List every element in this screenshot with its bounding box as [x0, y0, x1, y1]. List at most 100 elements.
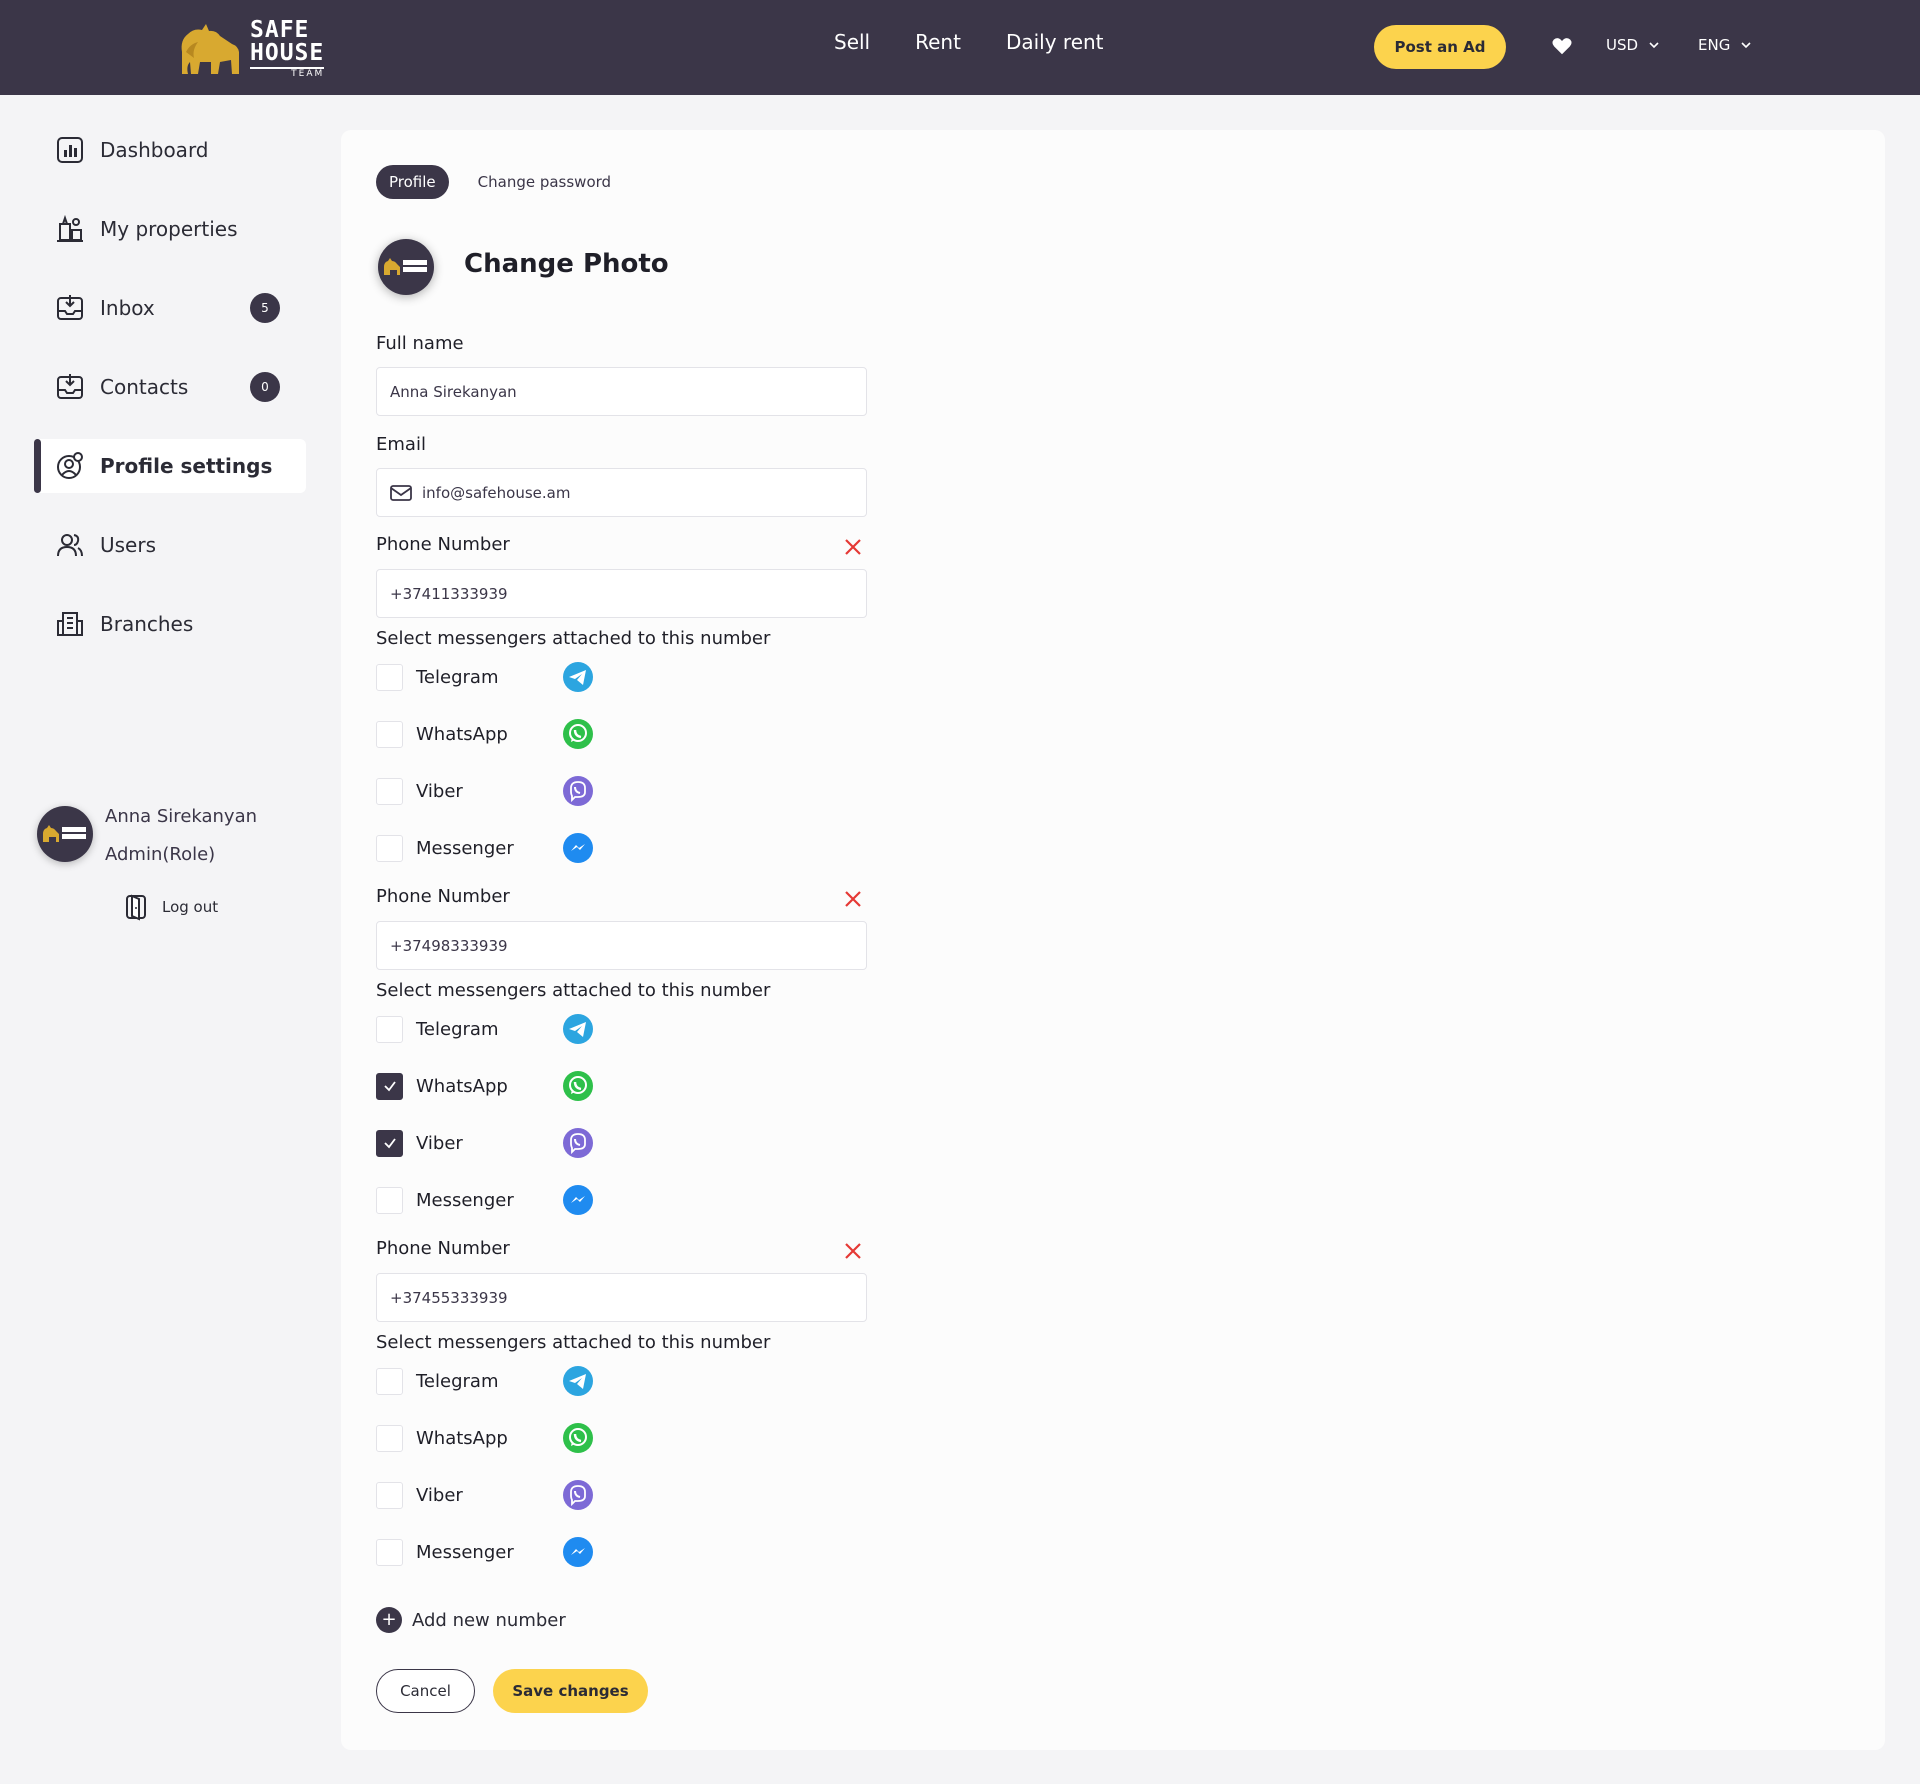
- contacts-icon: [54, 371, 86, 403]
- sidebar-item-label: Users: [100, 533, 157, 557]
- full-name-input[interactable]: [390, 382, 866, 401]
- messenger-option-whatsapp[interactable]: WhatsApp: [376, 1421, 606, 1455]
- checkbox[interactable]: [376, 720, 403, 748]
- messenger-option-messenger[interactable]: Messenger: [376, 831, 606, 865]
- phone-number-field[interactable]: [376, 921, 867, 970]
- full-name-field[interactable]: [376, 367, 867, 416]
- logout-door-icon: [126, 894, 146, 921]
- checkbox[interactable]: [376, 1481, 403, 1509]
- checkmark-icon: [383, 1081, 396, 1092]
- profile-photo[interactable]: [378, 239, 434, 295]
- checkbox[interactable]: [376, 1129, 403, 1157]
- email-field[interactable]: [376, 468, 867, 517]
- logout-button[interactable]: Log out: [122, 893, 218, 921]
- checkbox[interactable]: [376, 1015, 403, 1043]
- messenger-option-telegram[interactable]: Telegram: [376, 1012, 606, 1046]
- email-input[interactable]: [422, 483, 866, 502]
- safehouse-mini-logo-icon: [384, 258, 427, 275]
- dashboard-icon: [54, 134, 86, 166]
- messenger-option-whatsapp[interactable]: WhatsApp: [376, 717, 606, 751]
- messenger-option-viber[interactable]: Viber: [376, 774, 606, 808]
- language-select[interactable]: ENG: [1698, 36, 1752, 54]
- properties-icon: [54, 213, 86, 245]
- currency-value: USD: [1606, 36, 1639, 54]
- checkbox[interactable]: [376, 1367, 403, 1395]
- tab-change-password[interactable]: Change password: [465, 165, 624, 199]
- viber-icon: [563, 1480, 593, 1510]
- safehouse-logo[interactable]: SAFE HOUSE TEAM: [176, 19, 346, 79]
- messenger-label: Viber: [416, 1132, 463, 1154]
- mail-icon: [390, 484, 412, 501]
- checkbox[interactable]: [376, 834, 403, 862]
- viber-icon: [563, 1128, 593, 1158]
- profile-tabs: Profile Change password: [376, 165, 640, 199]
- sidebar-item-label: Branches: [100, 612, 194, 636]
- profile-settings-icon: [54, 450, 86, 482]
- inbox-icon: [54, 292, 86, 324]
- checkbox[interactable]: [376, 1072, 403, 1100]
- change-photo-title[interactable]: Change Photo: [464, 249, 669, 279]
- phone-number-label: Phone Number: [376, 886, 510, 907]
- branches-icon: [54, 608, 86, 640]
- nav-daily-rent[interactable]: Daily rent: [1006, 30, 1104, 54]
- phone-number-input[interactable]: [390, 936, 866, 955]
- messenger-label: Messenger: [416, 1189, 514, 1211]
- sidebar-item-dashboard[interactable]: Dashboard: [34, 123, 306, 177]
- messenger-label: Telegram: [416, 666, 499, 688]
- phone-number-field[interactable]: [376, 569, 867, 618]
- messenger-option-messenger[interactable]: Messenger: [376, 1183, 606, 1217]
- messenger-option-messenger[interactable]: Messenger: [376, 1535, 606, 1569]
- messenger-option-telegram[interactable]: Telegram: [376, 1364, 606, 1398]
- currency-select[interactable]: USD: [1606, 36, 1660, 54]
- remove-number-icon[interactable]: [843, 889, 863, 909]
- remove-number-icon[interactable]: [843, 537, 863, 557]
- sidebar-item-label: Profile settings: [100, 454, 273, 478]
- checkmark-icon: [383, 1138, 396, 1149]
- sidebar-item-inbox[interactable]: Inbox 5: [34, 281, 306, 335]
- sidebar-item-branches[interactable]: Branches: [34, 597, 306, 651]
- remove-number-icon[interactable]: [843, 1241, 863, 1261]
- logo-word-team: TEAM: [250, 67, 325, 79]
- telegram-icon: [563, 1366, 593, 1396]
- messenger-label: Telegram: [416, 1370, 499, 1392]
- sidebar-item-users[interactable]: Users: [34, 518, 306, 572]
- sidebar-item-contacts[interactable]: Contacts 0: [34, 360, 306, 414]
- phone-number-field[interactable]: [376, 1273, 867, 1322]
- sidebar-item-label: Inbox: [100, 296, 155, 320]
- top-header: SAFE HOUSE TEAM Sell Rent Daily rent Pos…: [0, 0, 1920, 95]
- messenger-label: Telegram: [416, 1018, 499, 1040]
- post-ad-button[interactable]: Post an Ad: [1374, 25, 1506, 69]
- checkbox[interactable]: [376, 663, 403, 691]
- checkbox[interactable]: [376, 777, 403, 805]
- nav-sell[interactable]: Sell: [834, 30, 870, 54]
- chevron-down-icon: [1649, 42, 1659, 49]
- telegram-icon: [563, 1014, 593, 1044]
- avatar: [37, 806, 93, 862]
- messenger-option-viber[interactable]: Viber: [376, 1478, 606, 1512]
- favorites-heart-icon[interactable]: [1551, 35, 1573, 57]
- whatsapp-icon: [563, 1071, 593, 1101]
- messenger-option-whatsapp[interactable]: WhatsApp: [376, 1069, 606, 1103]
- checkbox[interactable]: [376, 1538, 403, 1566]
- checkbox[interactable]: [376, 1424, 403, 1452]
- phone-number-label: Phone Number: [376, 534, 510, 555]
- sidebar-item-profile-settings[interactable]: Profile settings: [34, 439, 306, 493]
- sidebar-item-label: My properties: [100, 217, 238, 241]
- logo-word-house: HOUSE: [250, 40, 325, 66]
- phone-number-input[interactable]: [390, 1288, 866, 1307]
- messenger-label: Messenger: [416, 1541, 514, 1563]
- sidebar-item-my-properties[interactable]: My properties: [34, 202, 306, 256]
- messenger-option-telegram[interactable]: Telegram: [376, 660, 606, 694]
- phone-number-input[interactable]: [390, 584, 866, 603]
- messengers-label: Select messengers attached to this numbe…: [376, 628, 771, 649]
- checkbox[interactable]: [376, 1186, 403, 1214]
- user-profile-block: Anna Sirekanyan Admin(Role): [37, 806, 297, 876]
- save-changes-button[interactable]: Save changes: [493, 1669, 648, 1713]
- cancel-button[interactable]: Cancel: [376, 1669, 475, 1713]
- nav-rent[interactable]: Rent: [915, 30, 961, 54]
- tab-profile[interactable]: Profile: [376, 165, 449, 199]
- chevron-down-icon: [1741, 42, 1751, 49]
- user-role: Admin(Role): [105, 844, 216, 865]
- add-new-number-button[interactable]: + Add new number: [376, 1607, 566, 1633]
- messenger-option-viber[interactable]: Viber: [376, 1126, 606, 1160]
